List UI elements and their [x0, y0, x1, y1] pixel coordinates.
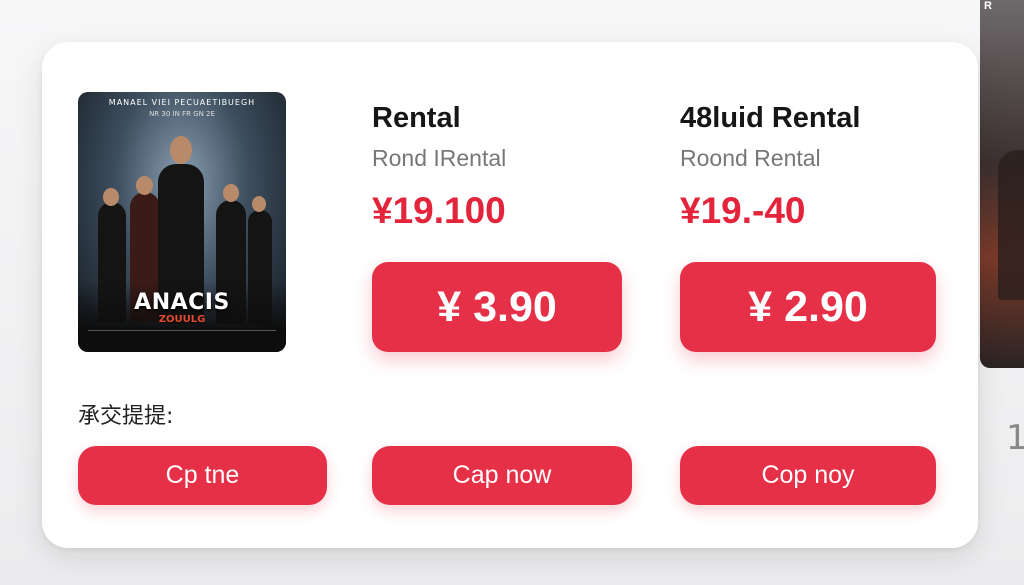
plan-48h-rental: 48luid Rental Roond Rental ¥19.-40	[680, 102, 960, 232]
poster-head-4	[223, 184, 239, 202]
plan-title: 48luid Rental	[680, 102, 861, 134]
poster-credits	[88, 330, 276, 345]
poster-head-3	[170, 136, 192, 164]
plan-rental: Rental Rond IRental ¥19.100	[372, 102, 632, 232]
rental-action-button[interactable]: Cap now	[372, 446, 632, 505]
plan-price: ¥19.-40	[680, 190, 806, 231]
left-action-button[interactable]: Cp tne	[78, 446, 327, 505]
rent-48h-price-button[interactable]: ¥ 2.90	[680, 262, 936, 352]
poster-head-5	[252, 196, 266, 212]
adjacent-poster-figure	[998, 150, 1024, 300]
movie-poster[interactable]: MANAEL VIEI PECUAETIBUEGH NR 30 IN FR GN…	[78, 92, 286, 352]
poster-top-text: MANAEL VIEI PECUAETIBUEGH	[108, 98, 256, 107]
48h-rental-action-button[interactable]: Cop noy	[680, 446, 936, 505]
note-label: 承交提提:	[78, 404, 174, 429]
poster-head-2	[136, 176, 153, 195]
plan-subtitle: Rond IRental	[372, 145, 507, 171]
rent-price-button[interactable]: ¥ 3.90	[372, 262, 622, 352]
poster-title: ANACIS	[134, 290, 230, 315]
poster-sub-text: NR 30 IN FR GN 2E	[149, 110, 215, 118]
poster-subtitle: ZOUULG	[158, 314, 206, 325]
plan-title: Rental	[372, 102, 461, 134]
adjacent-poster-tag: R	[984, 0, 992, 12]
rental-card: MANAEL VIEI PECUAETIBUEGH NR 30 IN FR GN…	[42, 42, 978, 548]
poster-head-1	[103, 188, 119, 206]
plan-subtitle: Roond Rental	[680, 145, 821, 171]
adjacent-movie-card[interactable]: R	[980, 0, 1024, 368]
plan-price: ¥19.100	[372, 190, 506, 231]
adjacent-card-label: 1	[1006, 418, 1024, 458]
